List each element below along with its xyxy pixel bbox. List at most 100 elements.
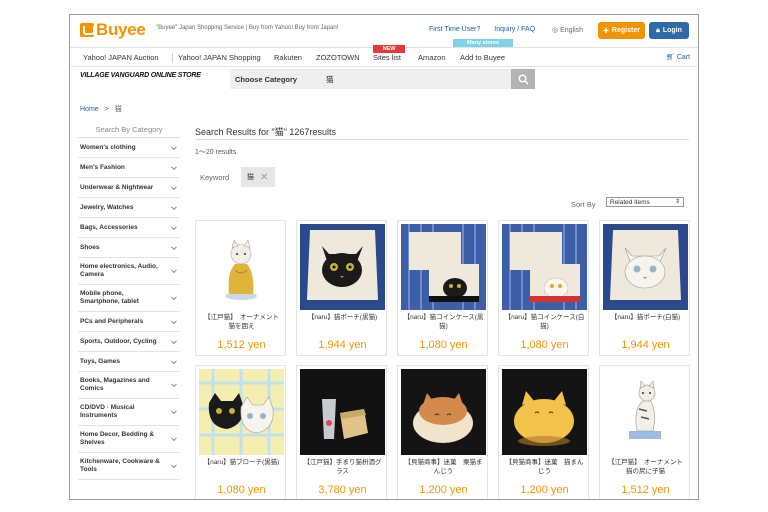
product-image[interactable] (401, 224, 486, 310)
nav-add-to-buyee[interactable]: Add to Buyee (460, 53, 505, 62)
chevron-down-icon (171, 294, 177, 301)
product-name[interactable]: 【江戸猫】手まり猫枡酒グラス (301, 459, 384, 476)
sidebar-item-bags[interactable]: Bags, Accessories (78, 218, 180, 238)
sidebar-item-jewelry[interactable]: Jewelry, Watches (78, 198, 180, 218)
cart-icon: 🛒︎ (666, 54, 675, 61)
product-image[interactable] (300, 369, 385, 455)
cart-label: Cart (676, 54, 691, 61)
product-name[interactable]: 【naru】猫ポーチ(白猫) (604, 314, 687, 323)
search-input[interactable] (320, 69, 511, 89)
buyee-logo[interactable]: Buyee (80, 20, 146, 40)
nav-zozotown[interactable]: ZOZOTOWN (316, 53, 360, 62)
keyword-chip[interactable]: 猫 ✕ (241, 167, 275, 187)
sidebar-item-toys[interactable]: Toys, Games (78, 352, 180, 372)
sidebar-item-label: Shoes (80, 243, 100, 251)
product-card[interactable]: 【naru】猫ポーチ(白猫) 1,944 yen (599, 220, 690, 356)
product-card[interactable]: 【江戸猫】 オーナメント 猫を囲え 1,512 yen (195, 220, 286, 356)
login-button[interactable]: 🔒︎ Login (649, 22, 689, 39)
globe-icon: ◎ (552, 27, 561, 34)
sort-dropdown[interactable]: Related items ⇕ (606, 197, 684, 207)
chevron-down-icon (171, 381, 177, 388)
divider (195, 139, 689, 140)
product-image[interactable] (603, 369, 688, 455)
product-price: 1,200 yen (520, 484, 569, 496)
chevron-updown-icon: ⇕ (674, 199, 680, 205)
sidebar-item-sports[interactable]: Sports, Outdoor, Cycling (78, 332, 180, 352)
product-image[interactable] (199, 369, 284, 455)
sort-label: Sort By (571, 200, 596, 209)
results-title: Search Results for "猫" 1267results (195, 127, 336, 137)
product-name[interactable]: 【貝猫商事】迷菓 猫まんじう (503, 459, 586, 476)
chevron-down-icon (171, 243, 177, 250)
chevron-down-icon (171, 183, 177, 190)
product-card[interactable]: 【naru】猫コインケース(白猫) 1,080 yen (498, 220, 589, 356)
new-badge: NEW (373, 45, 405, 53)
product-name[interactable]: 【naru】猫ブローチ(黒猫) (200, 459, 283, 468)
chevron-down-icon (171, 163, 177, 170)
sidebar-item-mens-fashion[interactable]: Men's Fashion (78, 158, 180, 178)
product-price: 1,944 yen (621, 339, 670, 351)
top-header: Buyee "Buyee" Japan Shopping Service | B… (70, 15, 698, 47)
product-image[interactable] (300, 224, 385, 310)
product-card[interactable]: 【naru】猫ブローチ(黒猫) 1,080 yen (195, 365, 286, 499)
product-name[interactable]: 【naru】猫コインケース(黒猫) (402, 314, 485, 331)
product-image[interactable] (401, 369, 486, 455)
product-image[interactable] (199, 224, 284, 310)
breadcrumb-home[interactable]: Home (80, 106, 99, 113)
nav-yahoo-auction[interactable]: Yahoo! JAPAN Auction (83, 53, 159, 62)
store-logo[interactable]: VILLAGE VANGUARD ONLINE STORE (80, 72, 201, 79)
product-card[interactable]: 【貝猫商事】迷菓 栗猫まんじう 1,200 yen (397, 365, 488, 499)
product-name[interactable]: 【貝猫商事】迷菓 栗猫まんじう (402, 459, 485, 476)
sidebar-item-label: Books, Magazines and Comics (80, 377, 150, 392)
help-links: First Time User? Inquiry / FAQ (429, 26, 547, 33)
chevron-down-icon (171, 435, 177, 442)
sidebar-item-books[interactable]: Books, Magazines and Comics (78, 372, 180, 399)
product-name[interactable]: 【naru】猫コインケース(白猫) (503, 314, 586, 331)
nav-sites-list[interactable]: Sites list NEW (373, 45, 405, 62)
chevron-down-icon (171, 223, 177, 230)
product-name[interactable]: 【江戸猫】 オーナメント 猫を囲え (200, 314, 285, 331)
sidebar-item-underwear[interactable]: Underwear & Nightwear (78, 178, 180, 198)
register-button[interactable]: ✚ Register (598, 22, 645, 39)
keyword-label: Keyword (200, 173, 230, 182)
product-card[interactable]: 【naru】猫コインケース(黒猫) 1,080 yen (397, 220, 488, 356)
product-image[interactable] (502, 369, 587, 455)
sidebar-item-mobile[interactable]: Mobile phone, Smartphone, tablet (78, 285, 180, 312)
browser-frame: Buyee "Buyee" Japan Shopping Service | B… (69, 14, 699, 500)
product-image[interactable] (502, 224, 587, 310)
sidebar-item-label: CD/DVD · Musical Instruments (80, 404, 135, 419)
sidebar-item-electronics[interactable]: Home electronics, Audio, Camera (78, 258, 180, 285)
sidebar-item-home-decor[interactable]: Home Decor, Bedding & Shelves (78, 426, 180, 453)
keyword-chip-value: 猫 (247, 174, 254, 181)
product-card[interactable]: 【貝猫商事】迷菓 猫まんじう 1,200 yen (498, 365, 589, 499)
sidebar-item-cd-dvd[interactable]: CD/DVD · Musical Instruments (78, 399, 180, 426)
close-icon[interactable]: ✕ (260, 172, 268, 183)
chevron-down-icon (171, 203, 177, 210)
nav-rakuten[interactable]: Rakuten (274, 53, 302, 62)
search-button[interactable] (511, 69, 535, 89)
sidebar-item-label: Men's Fashion (80, 163, 125, 171)
first-time-user-link[interactable]: First Time User? (429, 26, 480, 33)
chevron-down-icon (171, 337, 177, 344)
sidebar-item-shoes[interactable]: Shoes (78, 238, 180, 258)
product-name[interactable]: 【naru】猫ポーチ(黒猫) (301, 314, 384, 323)
sidebar-item-pcs[interactable]: PCs and Peripherals (78, 312, 180, 332)
sidebar-item-womens-clothing[interactable]: Women's clothing (78, 138, 180, 158)
nav-yahoo-shopping[interactable]: Yahoo! JAPAN Shopping (178, 53, 261, 62)
inquiry-faq-link[interactable]: Inquiry / FAQ (494, 26, 535, 33)
site-tagline: "Buyee" Japan Shopping Service | Buy fro… (156, 25, 339, 31)
language-selector[interactable]: ◎ English (552, 26, 583, 34)
product-card[interactable]: 【江戸猫】手まり猫枡酒グラス 3,780 yen (296, 365, 387, 499)
category-dropdown[interactable]: Choose Category (230, 69, 320, 89)
sort-value: Related items (610, 199, 650, 206)
shopping-bag-icon (80, 23, 95, 37)
chevron-down-icon (171, 462, 177, 469)
cart-link[interactable]: 🛒︎ Cart (666, 53, 690, 61)
product-image[interactable] (603, 224, 688, 310)
nav-amazon[interactable]: Amazon (418, 53, 446, 62)
product-card[interactable]: 【江戸猫】 オーナメント 猫の尻に子猫 1,512 yen (599, 365, 690, 499)
product-card[interactable]: 【naru】猫ポーチ(黒猫) 1,944 yen (296, 220, 387, 356)
many-stores-badge: Many stores (453, 39, 513, 47)
product-name[interactable]: 【江戸猫】 オーナメント 猫の尻に子猫 (604, 459, 689, 476)
sidebar-item-kitchenware[interactable]: Kitchenware, Cookware & Tools (78, 453, 180, 480)
